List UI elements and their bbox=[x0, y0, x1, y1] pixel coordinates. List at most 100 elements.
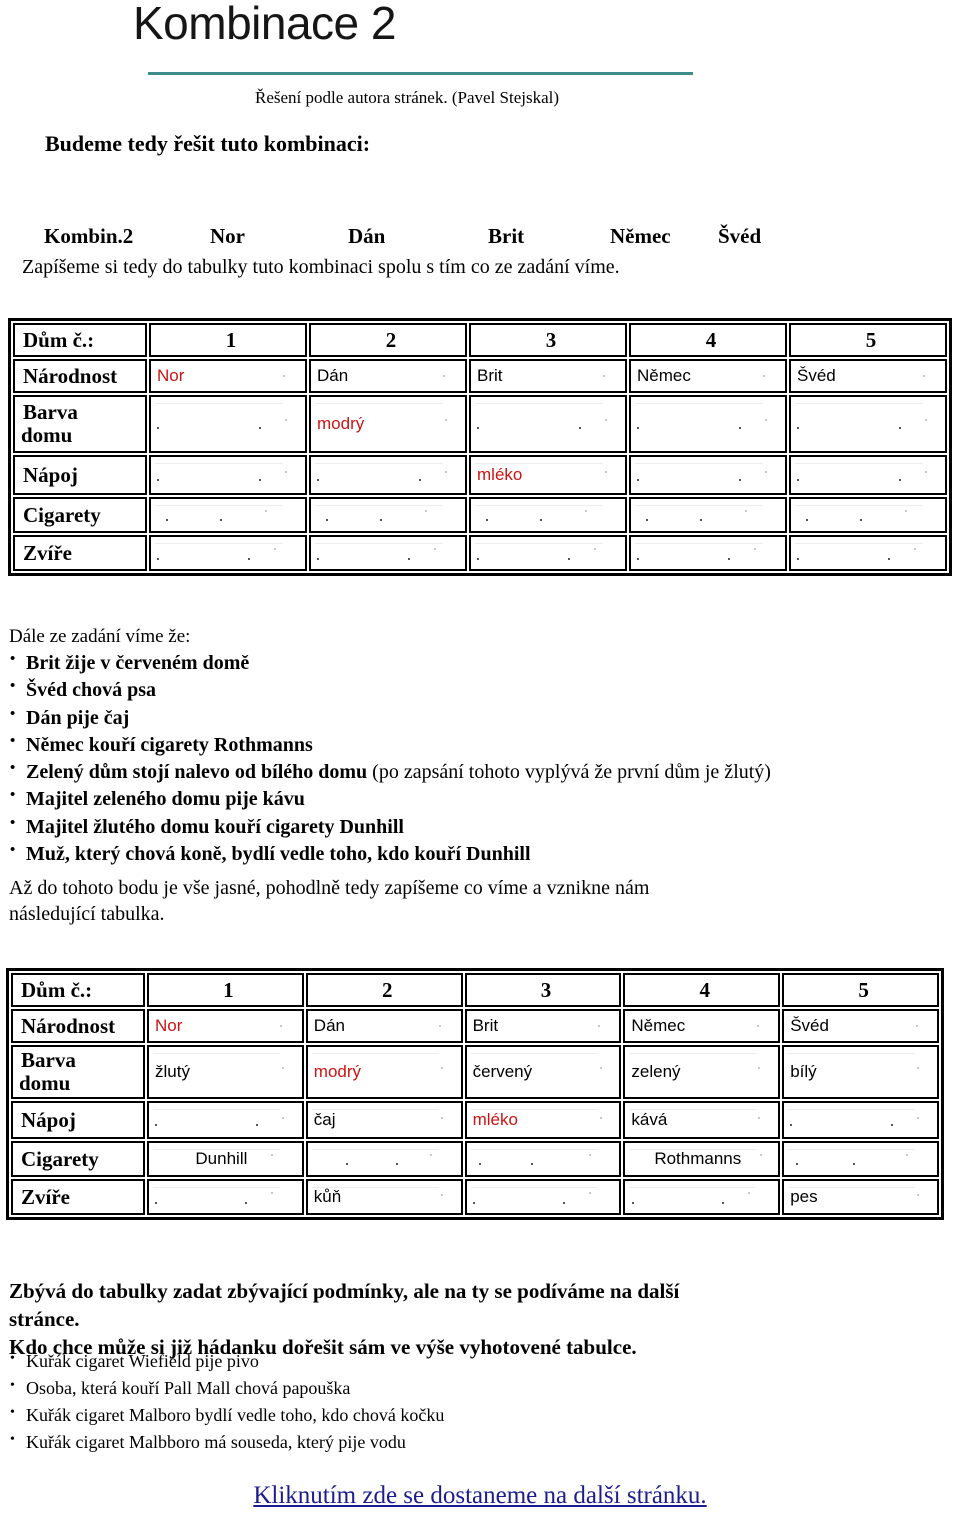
placeholder-dots bbox=[311, 537, 465, 569]
grid-cell[interactable] bbox=[789, 497, 947, 533]
table-row: Nápoj čaj mléko kává bbox=[11, 1101, 939, 1139]
grid-cell[interactable]: kůň bbox=[305, 1179, 463, 1215]
grid-cell[interactable] bbox=[789, 455, 947, 495]
grid-cell[interactable]: zelený bbox=[623, 1045, 781, 1099]
clue-text: Muž, který chová koně, bydlí vedle toho,… bbox=[26, 843, 531, 866]
grid-cell[interactable]: čaj bbox=[305, 1101, 463, 1139]
table-row: Cigarety bbox=[13, 497, 947, 533]
list-item: Osoba, která kouří Pall Mall chová papou… bbox=[9, 1375, 444, 1402]
grid-cell[interactable]: žlutý bbox=[147, 1045, 304, 1099]
cell-value: zelený bbox=[631, 1062, 681, 1081]
grid-cell[interactable] bbox=[782, 1141, 939, 1177]
row-label-cell: Barva domu bbox=[11, 1045, 145, 1099]
grid-cell[interactable] bbox=[464, 1179, 622, 1215]
cell-value: Brit bbox=[477, 366, 503, 385]
placeholder-dots bbox=[308, 1143, 461, 1175]
row-label-cell: Zvíře bbox=[11, 1179, 145, 1215]
table-row: Barva domu žlutý modrý červený zelený bí… bbox=[11, 1045, 939, 1099]
placeholder-dots bbox=[631, 537, 785, 569]
grid-cell[interactable]: Nor bbox=[147, 1009, 304, 1043]
clue-text: Dán pije čaj bbox=[26, 706, 130, 729]
grid-cell[interactable]: modrý bbox=[305, 1045, 463, 1099]
next-page-link[interactable]: Kliknutím zde se dostaneme na další strá… bbox=[253, 1482, 706, 1509]
list-item: Dán pije čaj bbox=[9, 704, 771, 732]
grid-cell[interactable] bbox=[147, 1179, 304, 1215]
grid-cell[interactable] bbox=[469, 497, 627, 533]
clue-text: Majitel zeleného domu pije kávu bbox=[26, 788, 305, 811]
grid-cell[interactable]: mléko bbox=[464, 1101, 622, 1139]
grid-cell[interactable]: Brit bbox=[464, 1009, 622, 1043]
grid-cell[interactable]: bílý bbox=[782, 1045, 939, 1099]
grid-cell[interactable] bbox=[149, 497, 307, 533]
puzzle-grid-filled: Dům č.: 1 2 3 4 5 Národnost Nor Dán Brit… bbox=[6, 968, 944, 1220]
row-label-cell: Nápoj bbox=[11, 1101, 145, 1139]
grid-cell[interactable]: Rothmanns bbox=[623, 1141, 781, 1177]
cell-hairline bbox=[155, 505, 283, 506]
remaining-clue-text: Kuřák cigaret Wiefield pije pivo bbox=[26, 1351, 259, 1371]
grid-cell[interactable] bbox=[629, 535, 787, 571]
grid-cell[interactable] bbox=[149, 395, 307, 453]
table-row: Nápoj mléko bbox=[13, 455, 947, 495]
grid-cell[interactable] bbox=[309, 535, 467, 571]
cell-hairline bbox=[788, 1187, 915, 1188]
grid-cell[interactable]: Švéd bbox=[789, 359, 947, 393]
clue-text: Brit žije v červeném domě bbox=[26, 652, 250, 674]
cell-hairline bbox=[470, 1187, 598, 1188]
cell-hairline bbox=[315, 543, 443, 544]
cell-hairline bbox=[475, 543, 603, 544]
cell-hairline bbox=[153, 1187, 280, 1188]
grid-cell[interactable] bbox=[789, 535, 947, 571]
grid-cell[interactable]: Brit bbox=[469, 359, 627, 393]
cell-value: Němec bbox=[631, 1016, 686, 1035]
table-header-row: Dům č.: 1 2 3 4 5 bbox=[11, 973, 939, 1007]
cell-hairline bbox=[629, 1109, 757, 1110]
grid-cell[interactable] bbox=[464, 1141, 622, 1177]
placeholder-dots bbox=[791, 397, 945, 451]
grid-cell[interactable] bbox=[469, 395, 627, 453]
table-row: Barva domu modrý bbox=[13, 395, 947, 453]
cell-value: kává bbox=[631, 1110, 668, 1129]
page-subtitle: Řešení podle autora stránek. (Pavel Stej… bbox=[255, 88, 560, 107]
grid-cell[interactable]: Dán bbox=[305, 1009, 463, 1043]
cell-value: Švéd bbox=[790, 1016, 829, 1035]
cell-hairline bbox=[635, 543, 763, 544]
row-label-cell: Zvíře bbox=[13, 535, 147, 571]
cell-value: čaj bbox=[313, 1110, 336, 1129]
house-number-cell: 2 bbox=[305, 973, 463, 1007]
grid-cell[interactable] bbox=[149, 535, 307, 571]
grid-cell[interactable]: Němec bbox=[629, 359, 787, 393]
grid-cell[interactable] bbox=[305, 1141, 463, 1177]
grid-cell[interactable] bbox=[629, 497, 787, 533]
cell-hairline bbox=[311, 1109, 439, 1110]
grid-cell[interactable] bbox=[782, 1101, 939, 1139]
grid-cell[interactable] bbox=[629, 455, 787, 495]
row-label-drink: Nápoj bbox=[23, 462, 78, 487]
grid-cell[interactable]: Dán bbox=[309, 359, 467, 393]
grid-cell[interactable] bbox=[147, 1101, 304, 1139]
grid-cell[interactable]: pes bbox=[782, 1179, 939, 1215]
grid-cell[interactable]: Němec bbox=[623, 1009, 781, 1043]
grid-cell[interactable] bbox=[629, 395, 787, 453]
grid-cell[interactable] bbox=[789, 395, 947, 453]
combination-item-1: Nor bbox=[210, 224, 245, 248]
cell-value: mléko bbox=[472, 1110, 518, 1129]
grid-cell[interactable] bbox=[469, 535, 627, 571]
cell-hairline bbox=[155, 463, 283, 464]
page-title: Kombinace 2 bbox=[133, 0, 397, 49]
grid-cell[interactable]: modrý bbox=[309, 395, 467, 453]
grid-cell[interactable]: kává bbox=[623, 1101, 781, 1139]
grid-cell[interactable] bbox=[149, 455, 307, 495]
grid-cell[interactable] bbox=[309, 497, 467, 533]
cell-value: modrý bbox=[317, 414, 365, 433]
placeholder-dots bbox=[631, 397, 785, 451]
house-number: 1 bbox=[225, 327, 237, 352]
grid-cell[interactable] bbox=[623, 1179, 781, 1215]
grid-cell[interactable]: Dunhill bbox=[147, 1141, 304, 1177]
grid-cell[interactable]: Švéd bbox=[782, 1009, 939, 1043]
grid-cell[interactable]: mléko bbox=[469, 455, 627, 495]
grid-cell[interactable]: Nor bbox=[149, 359, 307, 393]
grid-cell[interactable]: červený bbox=[464, 1045, 622, 1099]
grid-cell[interactable] bbox=[309, 455, 467, 495]
cell-hairline bbox=[153, 1109, 280, 1110]
house-number-cell: 1 bbox=[147, 973, 304, 1007]
